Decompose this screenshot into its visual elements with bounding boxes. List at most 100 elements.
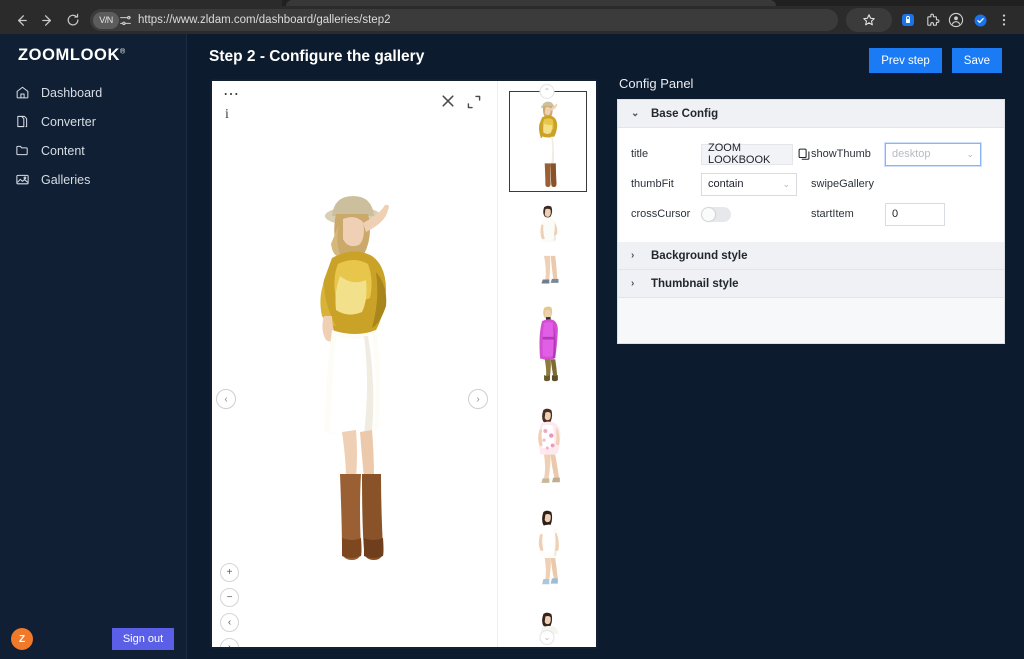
back-arrow-icon[interactable] xyxy=(8,7,34,33)
puzzle-icon[interactable] xyxy=(920,8,944,32)
thumbnail-item-3[interactable] xyxy=(508,397,587,498)
config-row-title: title ZOOM LOOKBOOK showThumb desktop ⌄ xyxy=(631,139,991,169)
field-label-title: title xyxy=(631,148,649,160)
page-title: Step 2 - Configure the gallery xyxy=(209,48,425,65)
tune-icon[interactable] xyxy=(119,14,132,27)
sign-out-button[interactable]: Sign out xyxy=(112,628,174,650)
chevron-right-icon: › xyxy=(631,278,635,289)
thumbnail-item-1[interactable] xyxy=(508,193,587,294)
base-config-body: title ZOOM LOOKBOOK showThumb desktop ⌄ … xyxy=(618,128,1004,242)
header-actions: Prev step Save xyxy=(869,48,1002,73)
showthumb-select[interactable]: desktop ⌄ xyxy=(885,142,981,166)
field-title: title ZOOM LOOKBOOK xyxy=(631,142,811,166)
crosscursor-toggle[interactable] xyxy=(701,206,731,222)
main-content: Step 2 - Configure the gallery Prev step… xyxy=(187,34,1024,659)
section-label: Base Config xyxy=(651,107,719,120)
sidebar-item-label: Converter xyxy=(41,114,96,129)
chevron-down-icon: ⌄ xyxy=(631,108,640,119)
address-bar[interactable]: V/N https://www.zldam.com/dashboard/gall… xyxy=(90,9,838,31)
startitem-input[interactable]: 0 xyxy=(885,202,945,226)
config-row-crosscursor: crossCursor startItem 0 xyxy=(631,199,991,229)
thumb-image xyxy=(537,408,560,483)
thumbs-scroll-down-button[interactable]: ⌄ xyxy=(539,630,555,645)
toggle-knob xyxy=(702,207,715,221)
file-copy-icon xyxy=(15,114,30,129)
field-label-startitem: startItem xyxy=(811,208,854,220)
field-crosscursor: crossCursor xyxy=(631,206,811,222)
field-label-swipegallery: swipeGallery xyxy=(811,178,874,190)
browser-chrome: V/N https://www.zldam.com/dashboard/gall… xyxy=(0,0,1024,34)
thumbfit-select[interactable]: contain ⌄ xyxy=(701,172,797,196)
zoom-out-button[interactable]: − xyxy=(220,588,239,607)
sync-check-icon[interactable] xyxy=(968,8,992,32)
gallery-viewer: ‹ › + − ‹ › ⋯ i ⌃ ⌄ xyxy=(210,79,598,649)
section-header-background-style[interactable]: › Background style xyxy=(618,242,1004,270)
thumbfit-value: contain xyxy=(708,178,744,190)
config-row-thumbfit: thumbFit contain ⌄ swipeGallery xyxy=(631,169,991,199)
field-swipegallery: swipeGallery xyxy=(811,178,991,190)
star-icon[interactable] xyxy=(857,8,881,32)
field-label-showthumb: showThumb xyxy=(811,148,871,160)
copy-icon[interactable] xyxy=(797,147,811,161)
reload-icon[interactable] xyxy=(60,7,86,33)
avatar[interactable]: Z xyxy=(11,628,33,650)
next-image-arrow[interactable]: › xyxy=(468,389,488,409)
chevron-down-icon: ⌄ xyxy=(966,148,974,159)
step-next-button[interactable]: › xyxy=(220,638,239,647)
step-prev-button[interactable]: ‹ xyxy=(220,613,239,632)
expand-icon[interactable] xyxy=(466,94,482,115)
thumbnail-strip[interactable]: ⌃ ⌄ xyxy=(497,81,596,647)
sidebar-item-converter[interactable]: Converter xyxy=(0,107,187,136)
thumbnail-list xyxy=(498,91,596,647)
chevron-right-icon: › xyxy=(631,250,635,261)
brand-trademark: ® xyxy=(119,48,126,56)
password-manager-icon[interactable] xyxy=(896,8,920,32)
thumb-image xyxy=(538,101,557,188)
image-icon xyxy=(15,172,30,187)
sidebar-item-content[interactable]: Content xyxy=(0,136,187,165)
profile-pill[interactable]: V/N xyxy=(93,11,119,29)
showthumb-value: desktop xyxy=(892,148,931,160)
config-panel: ⌄ Base Config title ZOOM LOOKBOOK showTh… xyxy=(617,99,1005,344)
more-options-icon[interactable]: ⋯ xyxy=(223,87,241,103)
field-label-crosscursor: crossCursor xyxy=(631,208,691,220)
thumb-image xyxy=(538,510,559,585)
thumbnail-item-4[interactable] xyxy=(508,499,587,600)
section-label: Thumbnail style xyxy=(651,277,739,290)
zoom-controls: + − ‹ › xyxy=(220,563,239,647)
chevron-down-icon: ⌄ xyxy=(782,178,790,189)
sidebar-item-dashboard[interactable]: Dashboard xyxy=(0,78,187,107)
thumbnail-item-2[interactable] xyxy=(508,295,587,396)
viewer-stage[interactable]: ‹ › + − ‹ › xyxy=(212,81,497,647)
forward-arrow-icon[interactable] xyxy=(34,7,60,33)
profile-icon[interactable] xyxy=(944,8,968,32)
main-gallery-image[interactable] xyxy=(280,186,430,606)
sidebar-item-galleries[interactable]: Galleries xyxy=(0,165,187,194)
save-button[interactable]: Save xyxy=(951,48,1002,73)
three-dot-menu-icon[interactable] xyxy=(992,8,1016,32)
config-panel-title: Config Panel xyxy=(619,76,694,91)
url-text: https://www.zldam.com/dashboard/gallerie… xyxy=(138,14,391,26)
thumbs-scroll-up-button[interactable]: ⌃ xyxy=(539,84,555,99)
home-icon xyxy=(15,85,30,100)
app-root: ZOOMLOOK® Dashboard Converter Content Ga… xyxy=(0,34,1024,659)
sidebar-item-label: Galleries xyxy=(41,172,91,187)
prev-step-button[interactable]: Prev step xyxy=(869,48,942,73)
info-icon[interactable]: i xyxy=(225,107,229,123)
brand-logo[interactable]: ZOOMLOOK® xyxy=(18,46,125,65)
thumb-image xyxy=(538,306,558,382)
thumb-image xyxy=(539,205,559,284)
section-header-thumbnail-style[interactable]: › Thumbnail style xyxy=(618,270,1004,298)
field-thumbfit: thumbFit contain ⌄ xyxy=(631,172,811,196)
thumbnail-item-0[interactable] xyxy=(508,91,587,192)
title-input[interactable]: ZOOM LOOKBOOK xyxy=(701,142,793,166)
close-icon[interactable] xyxy=(440,93,456,114)
zoom-in-button[interactable]: + xyxy=(220,563,239,582)
prev-image-arrow[interactable]: ‹ xyxy=(216,389,236,409)
browser-toolbar: V/N https://www.zldam.com/dashboard/gall… xyxy=(0,6,1024,34)
section-label: Background style xyxy=(651,249,748,262)
bookmark-star-button[interactable] xyxy=(846,8,892,32)
field-startitem: startItem 0 xyxy=(811,202,991,226)
section-header-base-config[interactable]: ⌄ Base Config xyxy=(618,100,1004,128)
folder-icon xyxy=(15,143,30,158)
